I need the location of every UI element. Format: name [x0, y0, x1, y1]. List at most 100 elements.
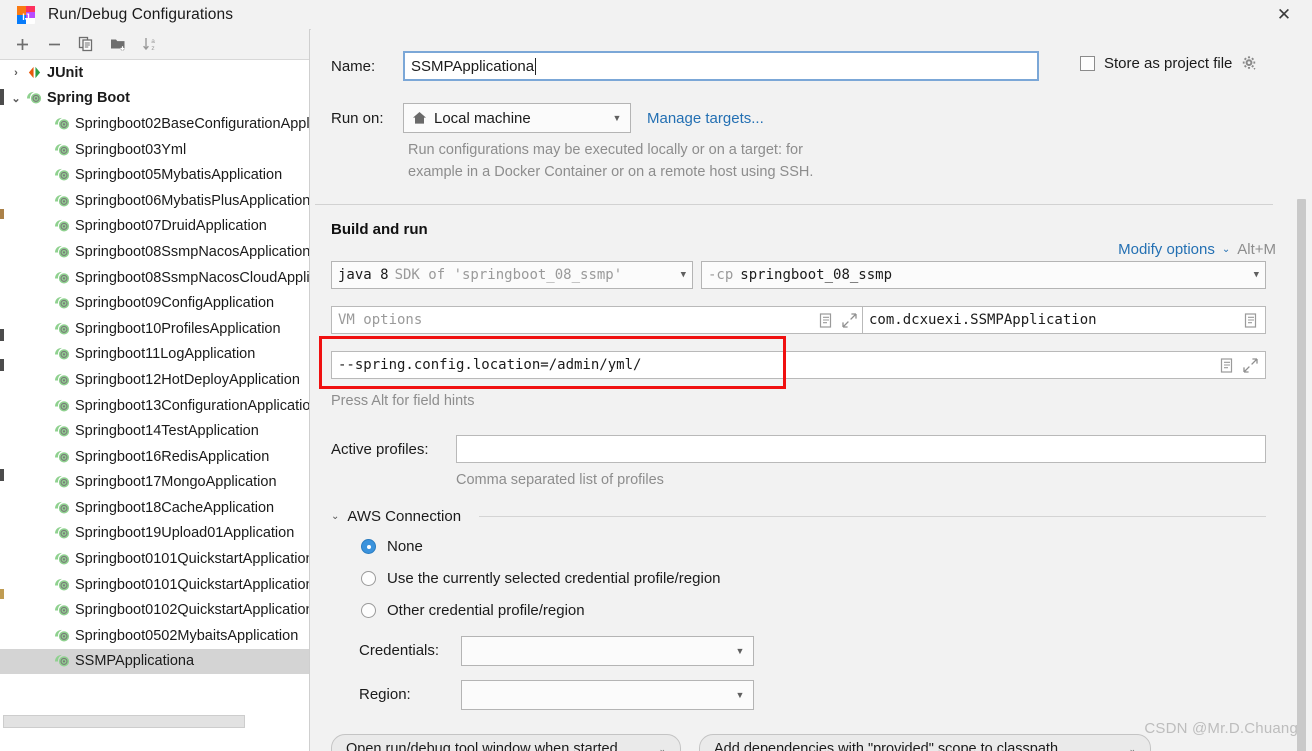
gear-icon[interactable]	[1241, 55, 1258, 72]
open-run-debug-tool-window-button[interactable]: Open run/debug tool window when started …	[331, 734, 681, 751]
jre-dropdown[interactable]: java 8 SDK of 'springboot_08_ssmp' ▼	[331, 261, 693, 289]
radio-button[interactable]	[361, 603, 376, 618]
tree-group-junit[interactable]: › JUnit	[0, 60, 309, 86]
name-input[interactable]: SSMPApplicationa	[403, 51, 1039, 81]
folder-add-icon[interactable]	[104, 31, 132, 57]
tree-item-configuration[interactable]: Springboot11LogApplication	[0, 342, 309, 368]
tree-item-configuration[interactable]: SSMPApplicationa	[0, 648, 309, 675]
aws-connection-section-label: AWS Connection	[347, 508, 462, 525]
store-as-project-file-row[interactable]: Store as project file	[1080, 55, 1258, 72]
tree-item-label: Springboot0102QuickstartApplication	[75, 602, 309, 619]
chevron-down-icon[interactable]: ▼	[608, 113, 626, 123]
tree-group-label: Spring Boot	[47, 90, 130, 107]
chevron-down-icon[interactable]: ▼	[731, 646, 749, 656]
tree-item-label: Springboot19Upload01Application	[75, 525, 295, 542]
tree-item-configuration[interactable]: Springboot08SsmpNacosApplication	[0, 239, 309, 265]
tree-item-configuration[interactable]: Springboot0502MybaitsApplication	[0, 623, 309, 649]
chevron-down-icon[interactable]: ▼	[731, 690, 749, 700]
tree-item-configuration[interactable]: Springboot10ProfilesApplication	[0, 316, 309, 342]
sort-az-icon[interactable]: a z	[136, 31, 164, 57]
chevron-down-icon[interactable]: ⌄	[1222, 244, 1230, 255]
tree-item-configuration[interactable]: Springboot07DruidApplication	[0, 214, 309, 240]
add-provided-dependencies-button[interactable]: Add dependencies with "provided" scope t…	[699, 734, 1151, 751]
classpath-module-value: springboot_08_ssmp	[740, 267, 893, 283]
spring-boot-icon	[52, 346, 72, 362]
tree-items-container: Springboot02BaseConfigurationApplication…	[0, 111, 309, 675]
module-classpath-dropdown[interactable]: -cp springboot_08_ssmp ▼	[701, 261, 1266, 289]
spring-boot-icon	[52, 628, 72, 644]
spring-boot-icon	[24, 90, 44, 106]
manage-targets-link[interactable]: Manage targets...	[647, 110, 764, 127]
tree-group-spring-boot[interactable]: ⌄ Spring Boot	[0, 86, 309, 112]
close-icon[interactable]: ✕	[1256, 0, 1312, 29]
spring-boot-icon	[52, 244, 72, 260]
tree-item-configuration[interactable]: Springboot12HotDeployApplication	[0, 367, 309, 393]
chevron-down-icon[interactable]: ▼	[681, 270, 686, 280]
tree-item-configuration[interactable]: Springboot03Yml	[0, 137, 309, 163]
chevron-down-icon[interactable]: ▼	[1254, 270, 1259, 280]
vm-options-input[interactable]: VM options	[331, 306, 865, 334]
tree-item-configuration[interactable]: Springboot13ConfigurationApplication	[0, 393, 309, 419]
run-on-hint: Run configurations may be executed local…	[408, 139, 968, 183]
spring-boot-icon	[52, 218, 72, 234]
aws-connection-option-none[interactable]: None	[361, 538, 423, 555]
chevron-down-icon[interactable]: ⌄	[1128, 744, 1136, 751]
run-on-label: Run on:	[331, 109, 384, 127]
tree-item-configuration[interactable]: Springboot09ConfigApplication	[0, 290, 309, 316]
tree-item-configuration[interactable]: Springboot02BaseConfigurationApplication	[0, 111, 309, 137]
spring-boot-icon	[52, 193, 72, 209]
main-class-input[interactable]: com.dcxuexi.SSMPApplication	[862, 306, 1266, 334]
aws-connection-option-current-profile[interactable]: Use the currently selected credential pr…	[361, 570, 721, 587]
dialog-title: Run/Debug Configurations	[48, 5, 234, 23]
radio-button[interactable]	[361, 571, 376, 586]
sidebar-horizontal-scrollbar[interactable]	[3, 715, 245, 728]
credentials-dropdown[interactable]: ▼	[461, 636, 754, 666]
active-profiles-input[interactable]	[456, 435, 1266, 463]
run-on-hint-line-2: example in a Docker Container or on a re…	[408, 164, 814, 180]
tree-item-configuration[interactable]: Springboot0101QuickstartApplication	[0, 546, 309, 572]
chevron-down-icon[interactable]: ⌄	[331, 511, 339, 522]
aws-connection-option-other-profile[interactable]: Other credential profile/region	[361, 602, 585, 619]
tree-item-configuration[interactable]: Springboot18CacheApplication	[0, 495, 309, 521]
configurations-tree[interactable]: › JUnit ⌄ Spring Boot Springboot02BaseCo…	[0, 60, 309, 751]
tree-item-label: Springboot18CacheApplication	[75, 499, 275, 516]
program-arguments-hint: Press Alt for field hints	[331, 393, 475, 409]
tree-item-configuration[interactable]: Springboot0102QuickstartApplication	[0, 597, 309, 623]
insert-text-icon[interactable]	[1218, 357, 1235, 374]
modify-options-link[interactable]: Modify options	[1118, 241, 1215, 258]
tree-item-label: Springboot12HotDeployApplication	[75, 371, 300, 388]
tree-item-configuration[interactable]: Springboot16RedisApplication	[0, 444, 309, 470]
tree-item-configuration[interactable]: Springboot19Upload01Application	[0, 521, 309, 547]
remove-configuration-button[interactable]	[40, 31, 68, 57]
insert-text-icon[interactable]	[1242, 312, 1259, 329]
spring-boot-icon	[52, 449, 72, 465]
section-divider	[479, 516, 1266, 517]
editor-panel-scrollbar[interactable]	[1297, 199, 1306, 751]
run-on-target-dropdown[interactable]: Local machine ▼	[403, 103, 631, 133]
insert-text-icon[interactable]	[817, 312, 834, 329]
add-configuration-button[interactable]	[8, 31, 36, 57]
name-label: Name:	[331, 57, 376, 75]
tree-item-configuration[interactable]: Springboot0101QuickstartApplication	[0, 572, 309, 598]
region-dropdown[interactable]: ▼	[461, 680, 754, 710]
radio-button[interactable]	[361, 539, 376, 554]
tree-item-configuration[interactable]: Springboot05MybatisApplication	[0, 162, 309, 188]
program-arguments-value: --spring.config.location=/admin/yml/	[338, 357, 642, 373]
program-arguments-input[interactable]: --spring.config.location=/admin/yml/	[331, 351, 1266, 379]
chevron-right-icon[interactable]: ›	[8, 67, 24, 79]
tree-item-configuration[interactable]: Springboot14TestApplication	[0, 418, 309, 444]
store-as-project-file-checkbox[interactable]	[1080, 56, 1095, 71]
copy-configuration-button[interactable]	[72, 31, 100, 57]
tree-item-configuration[interactable]: Springboot06MybatisPlusApplication	[0, 188, 309, 214]
chevron-down-icon[interactable]: ⌄	[8, 92, 24, 105]
expand-arrows-icon[interactable]	[1242, 357, 1259, 374]
tree-item-configuration[interactable]: Springboot17MongoApplication	[0, 470, 309, 496]
spring-boot-icon	[52, 270, 72, 286]
chevron-down-icon[interactable]: ⌄	[658, 744, 666, 751]
svg-text:a: a	[151, 38, 155, 45]
aws-connection-section-header[interactable]: ⌄ AWS Connection	[331, 508, 461, 525]
tree-item-configuration[interactable]: Springboot08SsmpNacosCloudApplication	[0, 265, 309, 291]
credentials-label: Credentials:	[359, 642, 440, 659]
tree-item-label: Springboot0502MybaitsApplication	[75, 627, 299, 644]
expand-arrows-icon[interactable]	[841, 312, 858, 329]
